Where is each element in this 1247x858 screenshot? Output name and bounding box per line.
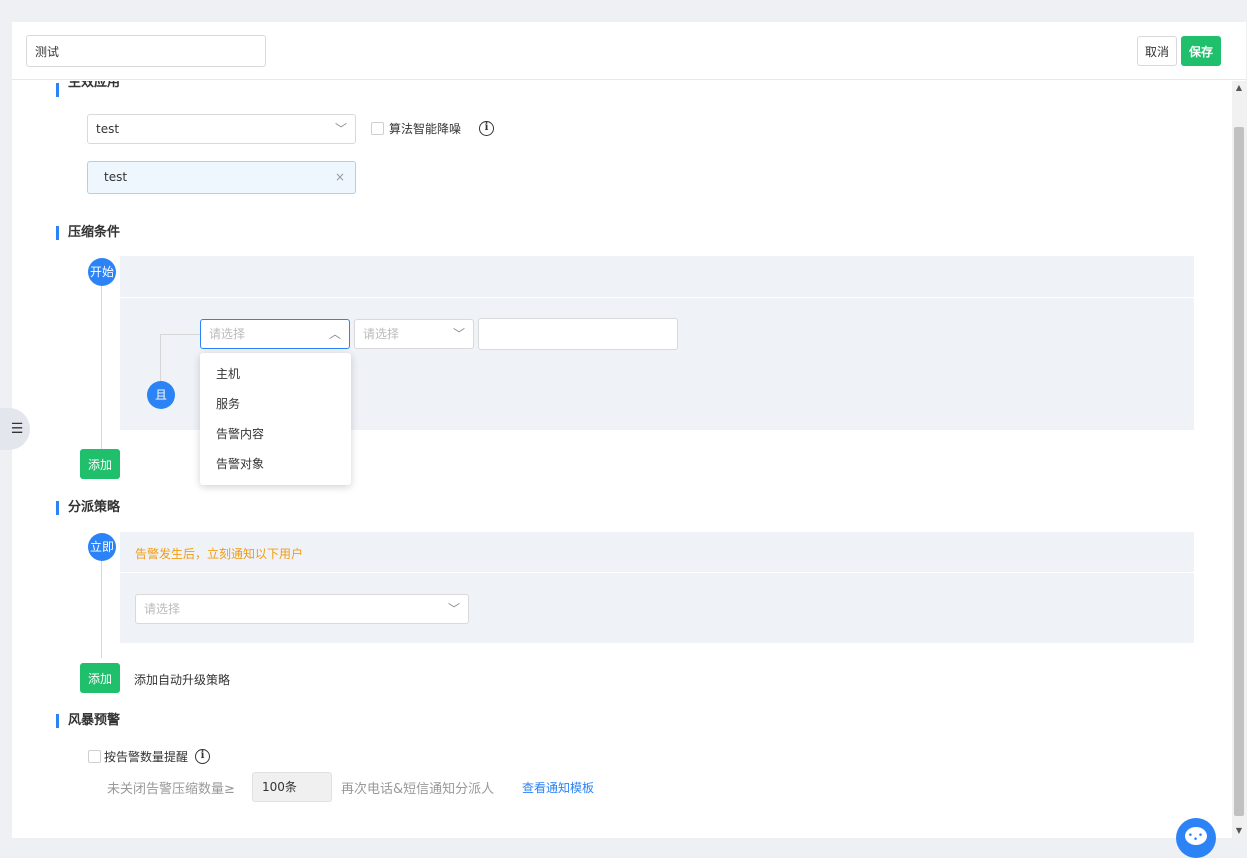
count-alert-checkbox[interactable] (88, 750, 101, 763)
info-circle-icon[interactable]: i (479, 121, 494, 136)
dispatch-user-placeholder: 请选择 (144, 602, 181, 616)
dropdown-option-alert-object[interactable]: 告警对象 (200, 449, 351, 479)
dropdown-option-service[interactable]: 服务 (200, 389, 351, 419)
dispatch-timeline-line (101, 546, 102, 658)
condition-operator-placeholder: 请选择 (363, 327, 400, 341)
app-select[interactable]: test ﹀ (87, 114, 356, 144)
section-title-storm: 风暴预警 (56, 714, 120, 728)
dropdown-option-host[interactable]: 主机 (200, 359, 351, 389)
scroll-down-arrow-icon[interactable]: ▼ (1232, 824, 1246, 838)
immediate-node: 立即 (88, 533, 116, 561)
view-template-link[interactable]: 查看通知模板 (522, 779, 594, 796)
dropdown-option-alert-content[interactable]: 告警内容 (200, 419, 351, 449)
noise-reduction-checkbox[interactable] (371, 122, 384, 135)
condition-field-select[interactable]: 请选择 ︿ (200, 319, 350, 349)
condition-operator-select[interactable]: 请选择 ﹀ (354, 319, 474, 349)
strategy-editor-card: 取消 保存 生效应用 test ﹀ 算法智能降噪 i test × 压缩条件 开… (12, 22, 1246, 838)
scroll-thumb[interactable] (1234, 127, 1244, 816)
storm-condition-suffix: 再次电话&短信通知分派人 (341, 782, 495, 797)
section-title-app: 生效应用 (56, 81, 120, 97)
add-condition-button[interactable]: 添加 (80, 449, 120, 479)
condition-field-dropdown: 主机 服务 告警内容 告警对象 (200, 353, 351, 485)
timeline-line (101, 271, 102, 471)
save-button[interactable]: 保存 (1181, 36, 1221, 66)
app-select-value: test (96, 122, 120, 136)
scroll-up-arrow-icon[interactable]: ▲ (1232, 81, 1246, 95)
add-upgrade-policy-link[interactable]: 添加自动升级策略 (134, 671, 230, 688)
chevron-down-icon: ﹀ (334, 122, 347, 136)
editor-header: 取消 保存 (12, 22, 1246, 80)
chevron-down-icon: ﹀ (452, 327, 465, 341)
strategy-name-input[interactable] (26, 35, 266, 67)
cancel-button[interactable]: 取消 (1137, 36, 1177, 66)
dispatch-user-select[interactable]: 请选择 ﹀ (135, 594, 469, 624)
chevron-down-icon: ﹀ (447, 602, 460, 616)
close-icon[interactable]: × (335, 162, 345, 193)
selected-app-tag-label: test (104, 170, 128, 184)
condition-field-placeholder: 请选择 (209, 327, 246, 341)
add-dispatch-button[interactable]: 添加 (80, 663, 120, 693)
noise-reduction-label: 算法智能降噪 (389, 122, 462, 136)
start-node: 开始 (88, 258, 116, 286)
condition-panel-header (120, 256, 1194, 297)
editor-content: 生效应用 test ﹀ 算法智能降噪 i test × 压缩条件 开始 且 请选… (12, 81, 1232, 838)
storm-count-input[interactable]: 100条 (252, 772, 332, 802)
info-circle-icon[interactable]: i (195, 749, 210, 764)
count-alert-label: 按告警数量提醒 (104, 750, 189, 764)
and-node[interactable]: 且 (147, 381, 175, 409)
bracket-top (160, 334, 200, 335)
dispatch-panel-header: 告警发生后，立刻通知以下用户 (120, 532, 1194, 572)
chat-bubble-icon: • • • (1185, 827, 1207, 845)
section-title-dispatch: 分派策略 (56, 501, 120, 515)
storm-condition-prefix: 未关闭告警压缩数量≥ (107, 782, 235, 797)
selected-app-tag: test × (87, 161, 356, 194)
chat-support-icon[interactable]: • • • (1176, 818, 1216, 858)
condition-value-input[interactable] (478, 318, 678, 350)
chevron-up-icon: ︿ (328, 327, 341, 341)
vertical-scrollbar[interactable]: ▲ ▼ (1232, 81, 1246, 838)
dispatch-notice: 告警发生后，立刻通知以下用户 (135, 547, 304, 561)
section-title-compress: 压缩条件 (56, 226, 120, 240)
